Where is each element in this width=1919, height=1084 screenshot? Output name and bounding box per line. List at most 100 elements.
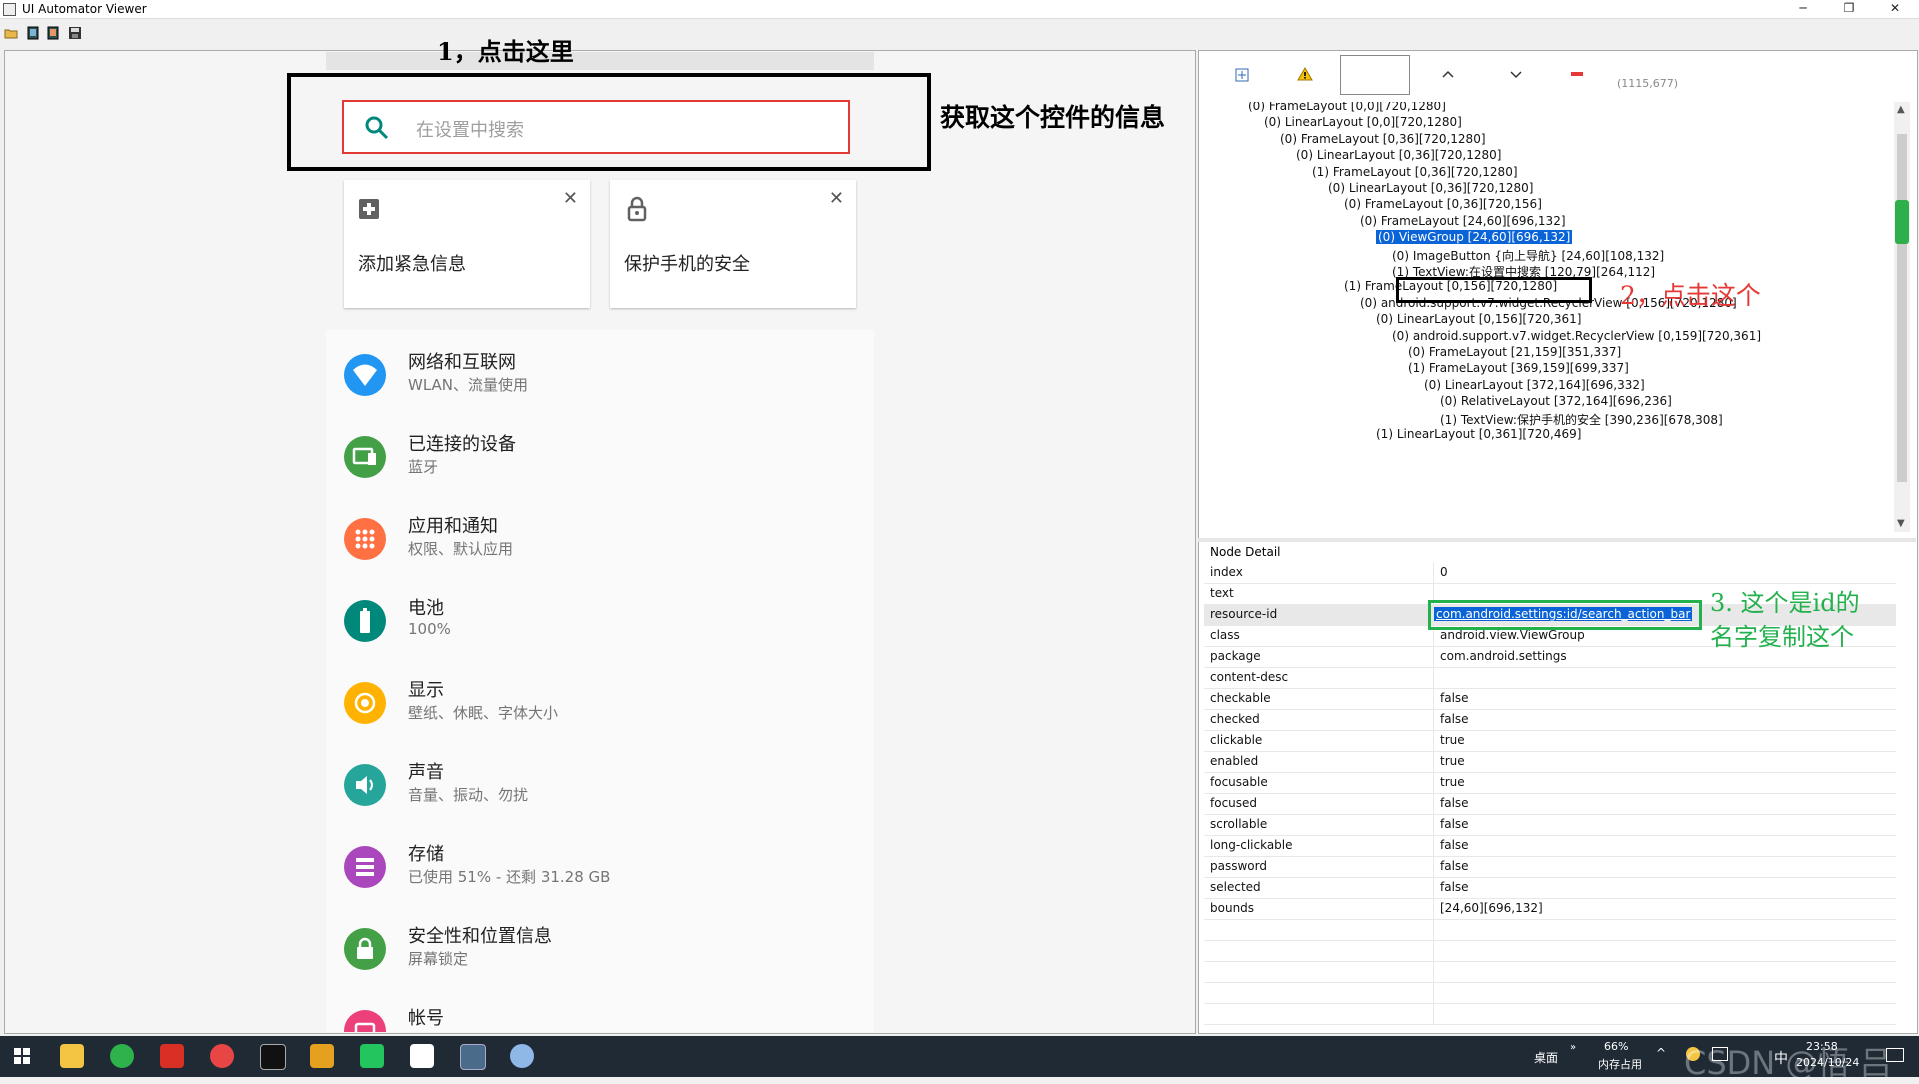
pycharm-icon[interactable] [360, 1044, 384, 1068]
remove-icon[interactable] [1571, 72, 1583, 76]
property-value[interactable]: com.android.settings [1440, 649, 1567, 663]
pane-splitter[interactable] [1198, 538, 1916, 542]
node-detail-row[interactable]: clickable true [1204, 730, 1896, 752]
desktop-label[interactable]: 桌面 [1534, 1049, 1558, 1066]
property-value[interactable]: false [1440, 859, 1469, 873]
setting-item-network[interactable]: 网络和互联网 WLAN、流量使用 [326, 342, 874, 424]
tree-node[interactable]: (0) RelativeLayout [372,164][696,236] [1440, 394, 1672, 408]
property-value[interactable]: false [1440, 796, 1469, 810]
tree-node[interactable]: (0) LinearLayout [0,36][720,1280] [1328, 181, 1533, 195]
card-protect-phone[interactable]: 保护手机的安全 ✕ [610, 180, 856, 308]
setting-item-battery[interactable]: 电池 100% [326, 588, 874, 670]
maximize-button[interactable]: ❐ [1826, 0, 1872, 18]
setting-item-devices[interactable]: 已连接的设备 蓝牙 [326, 424, 874, 506]
paint-icon[interactable] [510, 1044, 534, 1068]
warning-icon[interactable] [1297, 66, 1313, 85]
device-screenshot[interactable]: 在设置中搜索 添加紧急信息 ✕ 保护手机的安全 ✕ 网络和互联网 WLAN、流量… [326, 52, 874, 1032]
tree-node[interactable]: (1) LinearLayout [0,361][720,469] [1376, 427, 1581, 441]
music-icon[interactable] [210, 1044, 234, 1068]
setting-item-apps[interactable]: 应用和通知 权限、默认应用 [326, 506, 874, 588]
setting-title: 帐号 [408, 1008, 444, 1029]
scroll-up-icon[interactable]: ▲ [1897, 104, 1905, 115]
tree-node[interactable]: (0) FrameLayout [0,36][720,1280] [1280, 132, 1486, 146]
chevron-down-icon[interactable] [1509, 65, 1523, 84]
property-value[interactable]: false [1440, 838, 1469, 852]
node-detail-row[interactable]: focusable true [1204, 772, 1896, 794]
device-screenshot-compressed-icon[interactable] [46, 25, 60, 40]
scroll-down-icon[interactable]: ▼ [1897, 518, 1905, 529]
save-icon[interactable] [68, 25, 82, 39]
watermark: CSDN @悟 吕 [1684, 1044, 1892, 1082]
close-button[interactable]: ✕ [1872, 0, 1918, 18]
chevron-up-icon[interactable]: ^ [1656, 1046, 1666, 1060]
setting-item-display[interactable]: 显示 壁纸、休眠、字体大小 [326, 670, 874, 752]
node-detail-row[interactable]: selected false [1204, 877, 1896, 899]
tree-node[interactable]: (0) ImageButton {向上导航} [24,60][108,132] [1392, 247, 1664, 264]
node-detail-row[interactable]: checked false [1204, 709, 1896, 731]
tree-node[interactable]: (1) TextView:保护手机的安全 [390,236][678,308] [1440, 411, 1723, 428]
hierarchy-tree[interactable]: (0) FrameLayout [0,0][720,1280] (0) Linea… [1204, 102, 1896, 532]
tree-node[interactable]: (0) FrameLayout [21,159][351,337] [1408, 345, 1621, 359]
tree-node[interactable]: (0) ViewGroup [24,60][696,132] [1376, 230, 1573, 245]
column-divider [1433, 793, 1434, 814]
open-icon[interactable] [4, 25, 18, 39]
setting-item-account[interactable]: 帐号 [326, 998, 874, 1032]
property-name: package [1210, 649, 1261, 663]
property-value[interactable]: false [1440, 880, 1469, 894]
node-detail-row[interactable]: long-clickable false [1204, 835, 1896, 857]
windows-start-icon[interactable] [14, 1048, 30, 1067]
setting-item-security[interactable]: 安全性和位置信息 屏幕锁定 [326, 916, 874, 998]
tree-node[interactable]: (0) FrameLayout [0,0][720,1280] [1248, 102, 1446, 113]
tree-node[interactable]: (1) FrameLayout [0,36][720,1280] [1312, 165, 1518, 179]
uiautomator-taskbar-icon[interactable] [460, 1044, 486, 1070]
node-detail-row[interactable]: bounds [24,60][696,132] [1204, 898, 1896, 920]
setting-item-sound[interactable]: 声音 音量、振动、勿扰 [326, 752, 874, 834]
chevron-icon[interactable]: » [1570, 1042, 1576, 1053]
scroll-thumb[interactable] [1897, 134, 1907, 482]
close-icon[interactable]: ✕ [563, 188, 578, 209]
expand-all-icon[interactable] [1235, 67, 1249, 86]
chevron-up-icon[interactable] [1441, 65, 1455, 84]
tree-node[interactable]: (0) LinearLayout [0,0][720,1280] [1264, 115, 1462, 129]
minimize-button[interactable]: ─ [1780, 0, 1826, 18]
property-value[interactable]: false [1440, 817, 1469, 831]
typora-icon[interactable] [410, 1044, 434, 1068]
property-value[interactable]: true [1440, 754, 1465, 768]
node-detail-row[interactable]: enabled true [1204, 751, 1896, 773]
tree-node[interactable]: (1) FrameLayout [369,159][699,337] [1408, 361, 1629, 375]
tree-node[interactable]: (0) android.support.v7.widget.RecyclerVi… [1392, 329, 1761, 343]
tree-node[interactable]: (0) LinearLayout [0,156][720,361] [1376, 312, 1581, 326]
setting-item-storage[interactable]: 存储 已使用 51% - 还剩 31.28 GB [326, 834, 874, 916]
browser-icon[interactable] [110, 1044, 134, 1068]
tree-node[interactable]: (0) FrameLayout [0,36][720,156] [1344, 197, 1542, 211]
property-value[interactable]: true [1440, 775, 1465, 789]
node-detail-row[interactable]: focused false [1204, 793, 1896, 815]
property-value[interactable]: android.view.ViewGroup [1440, 628, 1585, 642]
terminal-icon[interactable] [260, 1044, 286, 1070]
close-icon[interactable]: ✕ [829, 188, 844, 209]
app-icon[interactable] [310, 1044, 334, 1068]
property-value[interactable]: 0 [1440, 565, 1448, 579]
card-emergency-info[interactable]: 添加紧急信息 ✕ [344, 180, 590, 308]
tree-node[interactable]: (0) LinearLayout [372,164][696,332] [1424, 378, 1645, 392]
property-value[interactable]: false [1440, 691, 1469, 705]
property-value[interactable]: [24,60][696,132] [1440, 901, 1543, 915]
tree-scrollbar[interactable]: ▲ ▼ [1894, 102, 1910, 532]
property-value[interactable]: false [1440, 712, 1469, 726]
file-explorer-icon[interactable] [60, 1044, 84, 1068]
column-divider [1433, 751, 1434, 772]
node-detail-row[interactable]: index 0 [1204, 562, 1896, 584]
node-detail-row[interactable]: password false [1204, 856, 1896, 878]
column-divider [1433, 961, 1434, 982]
node-detail-row[interactable]: content-desc [1204, 667, 1896, 689]
device-screenshot-icon[interactable] [26, 25, 40, 40]
property-name: text [1210, 586, 1234, 600]
setting-subtitle: 蓝牙 [408, 458, 439, 476]
node-detail-row[interactable]: checkable false [1204, 688, 1896, 710]
node-detail-row[interactable]: scrollable false [1204, 814, 1896, 836]
tree-node[interactable]: (0) LinearLayout [0,36][720,1280] [1296, 148, 1501, 162]
property-value[interactable]: true [1440, 733, 1465, 747]
wps-icon[interactable] [160, 1044, 184, 1068]
filter-input[interactable] [1340, 55, 1410, 95]
tree-node[interactable]: (0) FrameLayout [24,60][696,132] [1360, 214, 1566, 228]
